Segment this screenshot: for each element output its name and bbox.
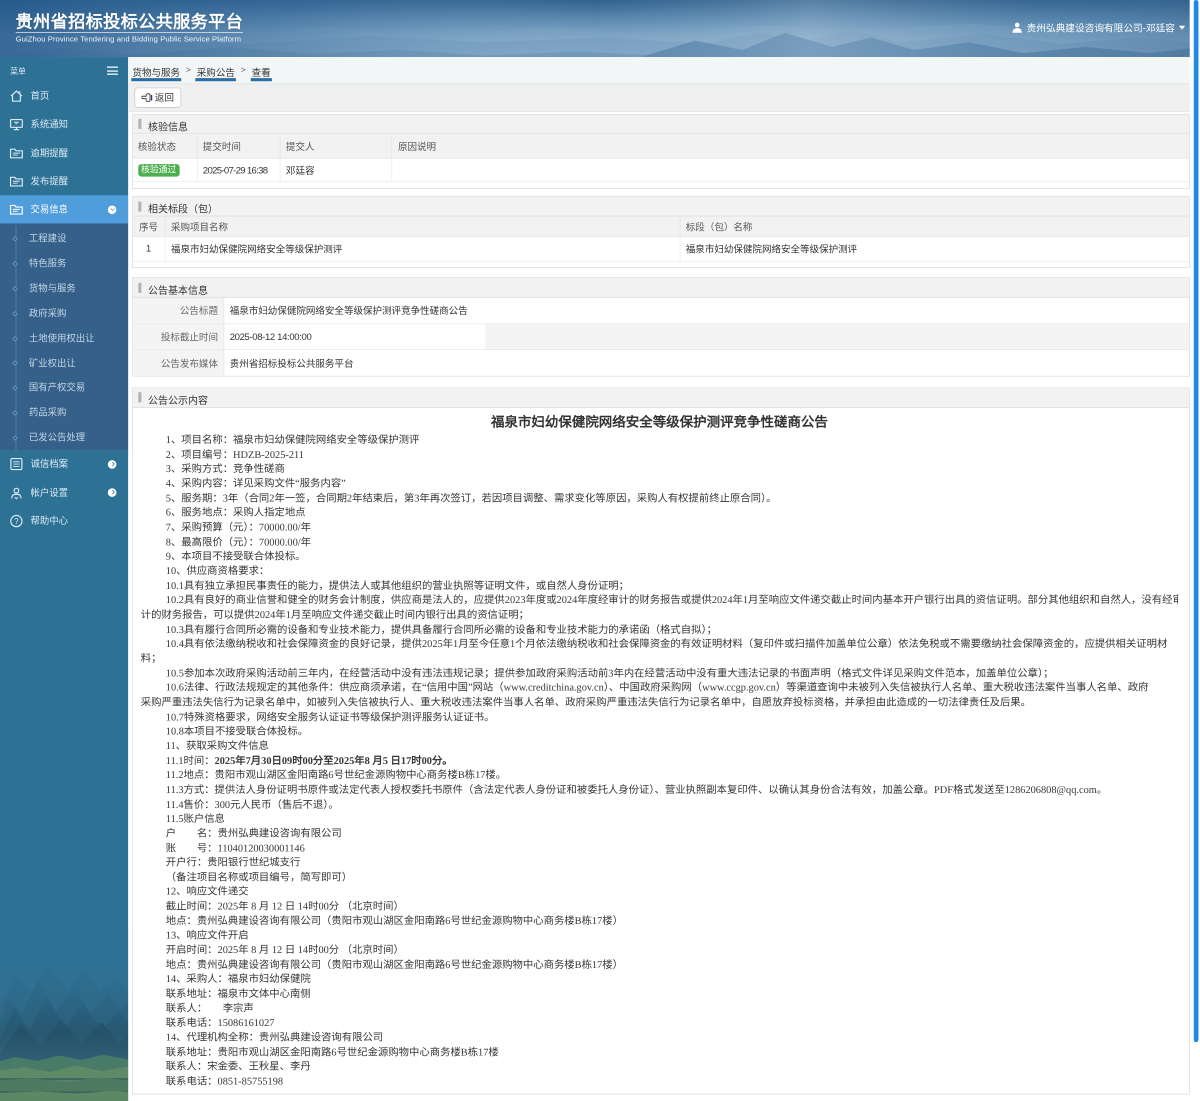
svg-text:?: ? — [14, 517, 19, 526]
